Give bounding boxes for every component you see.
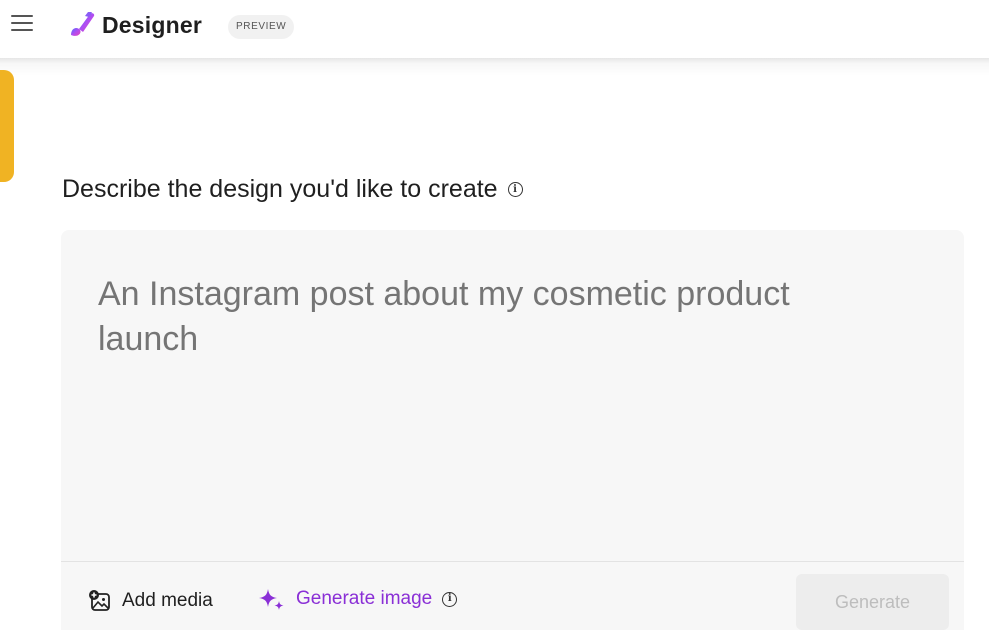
preview-badge: PREVIEW	[228, 15, 295, 39]
header-divider	[0, 58, 989, 76]
generate-image-button[interactable]: Generate image i	[258, 587, 458, 611]
info-icon[interactable]: i	[507, 182, 523, 197]
page-heading: Describe the design you'd like to create…	[62, 175, 523, 204]
generate-image-info-icon[interactable]: i	[442, 591, 458, 607]
top-bar: Designer PREVIEW	[0, 0, 989, 60]
sparkle-icon	[259, 589, 284, 610]
generate-button[interactable]: Generate	[796, 574, 949, 630]
designer-logo-icon	[71, 12, 95, 36]
generate-image-label: Generate image	[296, 588, 433, 609]
side-tab[interactable]	[0, 70, 14, 182]
image-add-icon	[89, 590, 110, 611]
add-media-label: Add media	[122, 590, 213, 611]
prompt-input[interactable]	[96, 270, 876, 364]
heading-text: Describe the design you'd like to create	[62, 175, 498, 203]
add-media-button[interactable]: Add media	[88, 589, 213, 613]
hamburger-menu-icon[interactable]	[11, 15, 33, 33]
prompt-action-bar: Add media Generate image i Generate	[61, 562, 964, 630]
prompt-container: Add media Generate image i Generate	[61, 230, 964, 630]
brand-title[interactable]: Designer	[102, 12, 202, 39]
